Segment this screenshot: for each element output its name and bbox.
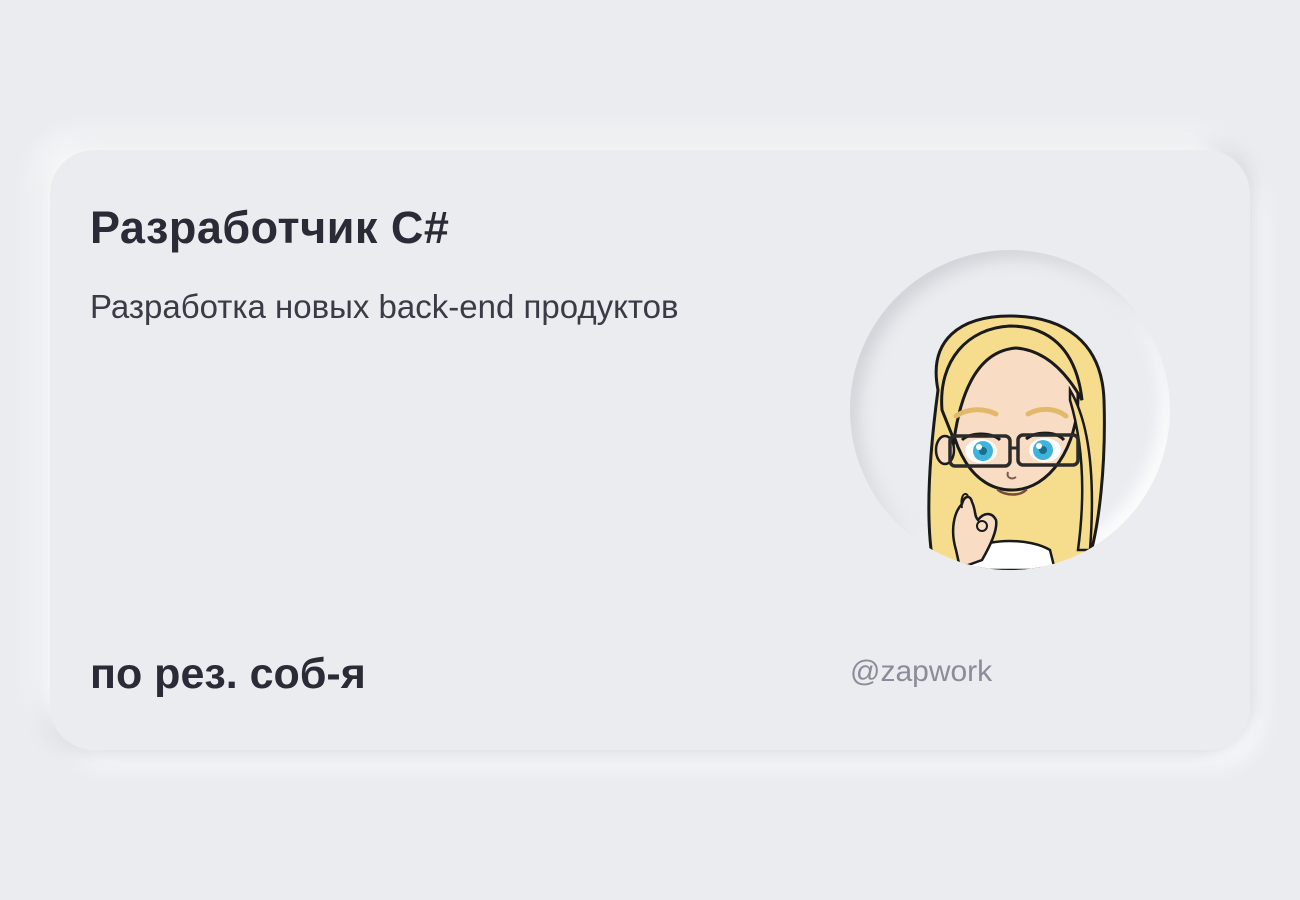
salary-label: по рез. соб-я	[90, 650, 366, 698]
job-card[interactable]: Разработчик C# Разработка новых back-end…	[50, 150, 1250, 750]
cartoon-girl-avatar-icon	[927, 314, 1106, 570]
author-handle[interactable]: @zapwork	[850, 655, 992, 689]
job-title: Разработчик C#	[90, 202, 450, 253]
avatar	[850, 250, 1170, 570]
job-description: Разработка новых back-end продуктов	[90, 288, 679, 325]
